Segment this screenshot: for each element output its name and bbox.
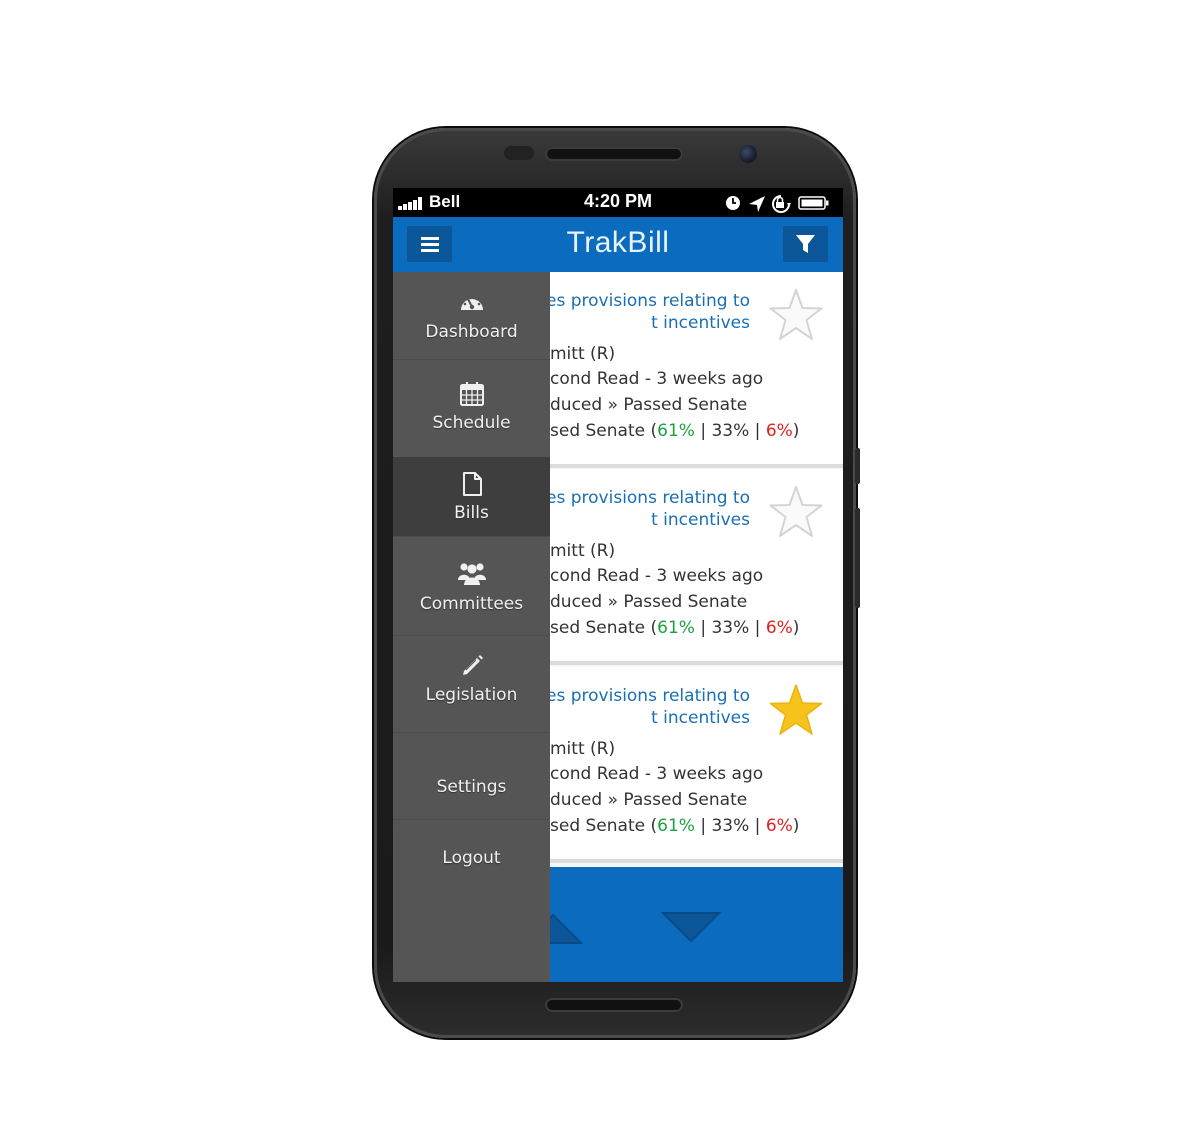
earpiece-speaker bbox=[545, 147, 683, 161]
filter-icon bbox=[796, 235, 815, 253]
calendar-icon bbox=[460, 382, 484, 406]
alarm-icon bbox=[726, 196, 740, 210]
navigation-drawer: Dashboard Schedule Bills Committees Legi… bbox=[393, 272, 550, 982]
pencil-icon bbox=[463, 655, 483, 675]
star-outline-icon[interactable] bbox=[768, 485, 824, 539]
users-icon bbox=[458, 563, 486, 585]
star-filled-icon[interactable] bbox=[768, 683, 824, 737]
app-title: TrakBill bbox=[566, 226, 670, 259]
front-camera bbox=[739, 145, 757, 163]
drawer-item-legislation[interactable]: Legislation bbox=[393, 636, 550, 733]
app-bar: TrakBill bbox=[393, 217, 843, 272]
drawer-item-logout[interactable]: Logout bbox=[393, 820, 550, 900]
proximity-sensor bbox=[504, 146, 534, 160]
screen: Bell 4:20 PM TrakBill ies provisions rel… bbox=[393, 188, 843, 982]
dashboard-icon bbox=[461, 295, 483, 310]
drawer-item-schedule[interactable]: Schedule bbox=[393, 360, 550, 458]
filter-button[interactable] bbox=[783, 226, 828, 262]
bottom-speaker bbox=[545, 998, 683, 1012]
rotation-lock-icon bbox=[772, 195, 791, 213]
star-outline-icon[interactable] bbox=[768, 288, 824, 342]
phone-device: Bell 4:20 PM TrakBill ies provisions rel… bbox=[374, 128, 860, 1038]
status-icons bbox=[726, 195, 829, 213]
location-icon bbox=[749, 196, 765, 212]
power-button[interactable] bbox=[855, 448, 860, 484]
battery-icon bbox=[798, 196, 829, 210]
volume-button[interactable] bbox=[855, 508, 860, 608]
next-arrow-icon[interactable] bbox=[661, 911, 721, 945]
drawer-item-dashboard[interactable]: Dashboard bbox=[393, 272, 550, 360]
drawer-item-committees[interactable]: Committees bbox=[393, 537, 550, 636]
document-icon bbox=[463, 472, 482, 496]
status-bar: Bell 4:20 PM bbox=[393, 188, 843, 217]
drawer-item-bills[interactable]: Bills bbox=[393, 457, 550, 537]
drawer-item-settings[interactable]: Settings bbox=[393, 733, 550, 820]
